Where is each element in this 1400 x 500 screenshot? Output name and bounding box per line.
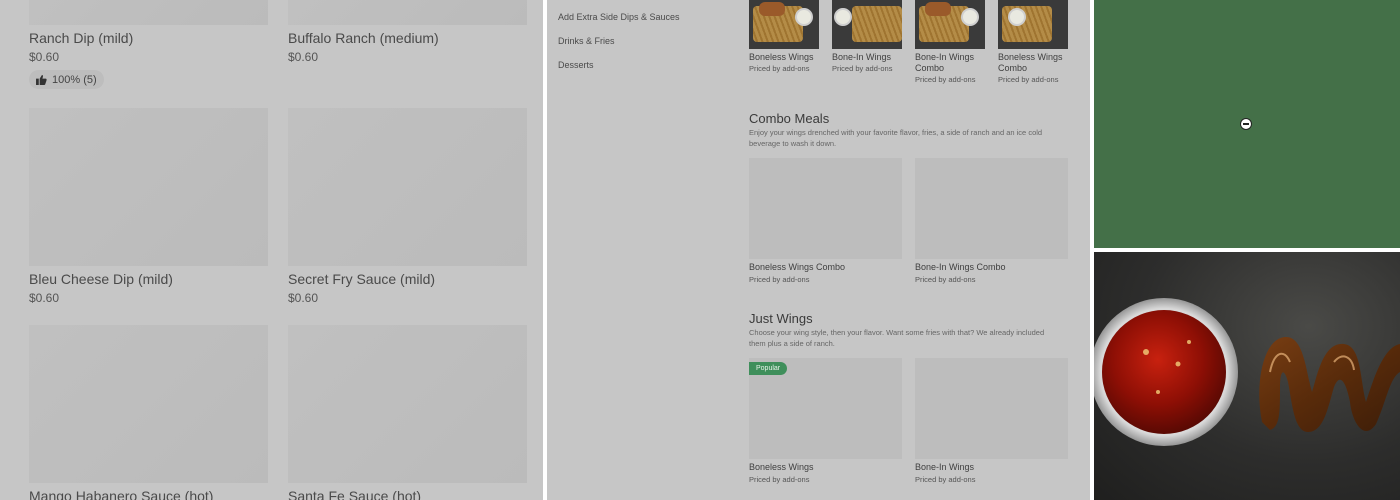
item-name: Boneless Wings	[749, 52, 814, 62]
item-price-note: Priced by add-ons	[915, 275, 976, 284]
green-image-panel	[1094, 0, 1400, 248]
item-image	[749, 158, 902, 259]
menu-item-card[interactable]: Popular Boneless Wings Priced by add-ons	[749, 358, 902, 485]
item-price: $0.60	[29, 291, 60, 305]
menu-item-card[interactable]: Buffalo Ranch (medium) $0.60	[288, 0, 527, 65]
item-image	[998, 0, 1068, 49]
item-image	[29, 325, 268, 483]
item-price: $0.60	[29, 50, 60, 64]
item-price-note: Priced by add-ons	[749, 475, 810, 484]
sauce-photo	[1094, 252, 1400, 500]
item-name: Bone-In Wings Combo	[915, 52, 975, 73]
menu-item-card[interactable]: Bone-In Wings Priced by add-ons	[832, 0, 902, 74]
section-description: Choose your wing style, then your flavor…	[749, 328, 1045, 348]
item-name: Boneless Wings	[749, 462, 814, 472]
item-name: Boneless Wings Combo	[998, 52, 1063, 73]
menu-item-card[interactable]: Boneless Wings Priced by add-ons	[749, 0, 819, 74]
item-price-note: Priced by add-ons	[998, 75, 1059, 84]
item-name: Bone-In Wings	[832, 52, 892, 62]
item-image	[288, 325, 527, 483]
sauce-cup-illustration	[1094, 298, 1400, 446]
section-description: Enjoy your wings drenched with your favo…	[749, 128, 1043, 148]
item-name: Buffalo Ranch (medium)	[288, 30, 439, 46]
screenshot-root: Ranch Dip (mild) $0.60 100% (5) Buffalo …	[0, 0, 1400, 500]
menu-item-card[interactable]: Mango Habanero Sauce (hot)	[29, 325, 268, 500]
menu-item-card[interactable]: Bleu Cheese Dip (mild) $0.60	[29, 108, 268, 306]
item-image	[29, 108, 268, 266]
category-nav-link[interactable]: Drinks & Fries	[558, 35, 615, 47]
minus-circle-icon[interactable]	[1240, 118, 1252, 130]
section-title: Just Wings	[749, 311, 813, 326]
item-image	[288, 0, 527, 25]
item-image: Popular	[749, 358, 902, 459]
item-name: Bone-In Wings Combo	[915, 262, 1006, 272]
item-name: Santa Fe Sauce (hot)	[288, 488, 422, 500]
menu-page-panel: Add Extra Side Dips & Sauces Drinks & Fr…	[547, 0, 1090, 500]
popular-badge: Popular	[749, 362, 788, 375]
menu-item-card[interactable]: Bone-In Wings Combo Priced by add-ons	[915, 158, 1068, 285]
menu-item-card[interactable]: Santa Fe Sauce (hot)	[288, 325, 527, 500]
item-name: Boneless Wings Combo	[749, 262, 846, 272]
item-price-note: Priced by add-ons	[832, 64, 893, 73]
menu-item-card[interactable]: Boneless Wings Combo Priced by add-ons	[749, 158, 902, 285]
item-name: Bone-In Wings	[915, 462, 975, 472]
item-name: Secret Fry Sauce (mild)	[288, 271, 436, 287]
sauce-list-panel: Ranch Dip (mild) $0.60 100% (5) Buffalo …	[0, 0, 543, 500]
item-price: $0.60	[288, 291, 319, 305]
item-image	[915, 0, 985, 49]
item-image	[832, 0, 902, 49]
category-nav-link[interactable]: Desserts	[558, 59, 594, 71]
category-nav-link[interactable]: Add Extra Side Dips & Sauces	[558, 11, 680, 23]
menu-item-card[interactable]: Bone-In Wings Combo Priced by add-ons	[915, 0, 985, 85]
item-image	[29, 0, 268, 25]
item-image	[915, 358, 1068, 459]
item-price-note: Priced by add-ons	[915, 475, 976, 484]
item-price-note: Priced by add-ons	[749, 64, 810, 73]
item-image	[288, 108, 527, 266]
item-price-note: Priced by add-ons	[915, 75, 976, 84]
item-image	[915, 158, 1068, 259]
rating-badge: 100% (5)	[29, 70, 104, 89]
rating-text: 100% (5)	[52, 73, 97, 86]
item-price-note: Priced by add-ons	[749, 275, 810, 284]
menu-item-card[interactable]: Boneless Wings Combo Priced by add-ons	[998, 0, 1068, 85]
menu-item-card[interactable]: Secret Fry Sauce (mild) $0.60	[288, 108, 527, 306]
item-image	[749, 0, 819, 49]
menu-item-card[interactable]: Bone-In Wings Priced by add-ons	[915, 358, 1068, 485]
item-name: Bleu Cheese Dip (mild)	[29, 271, 173, 287]
item-name: Ranch Dip (mild)	[29, 30, 134, 46]
menu-item-card[interactable]: Ranch Dip (mild) $0.60 100% (5)	[29, 0, 268, 90]
item-name: Mango Habanero Sauce (hot)	[29, 488, 214, 500]
section-title: Combo Meals	[749, 111, 830, 126]
item-price: $0.60	[288, 50, 319, 64]
thumbs-up-icon	[36, 74, 47, 85]
